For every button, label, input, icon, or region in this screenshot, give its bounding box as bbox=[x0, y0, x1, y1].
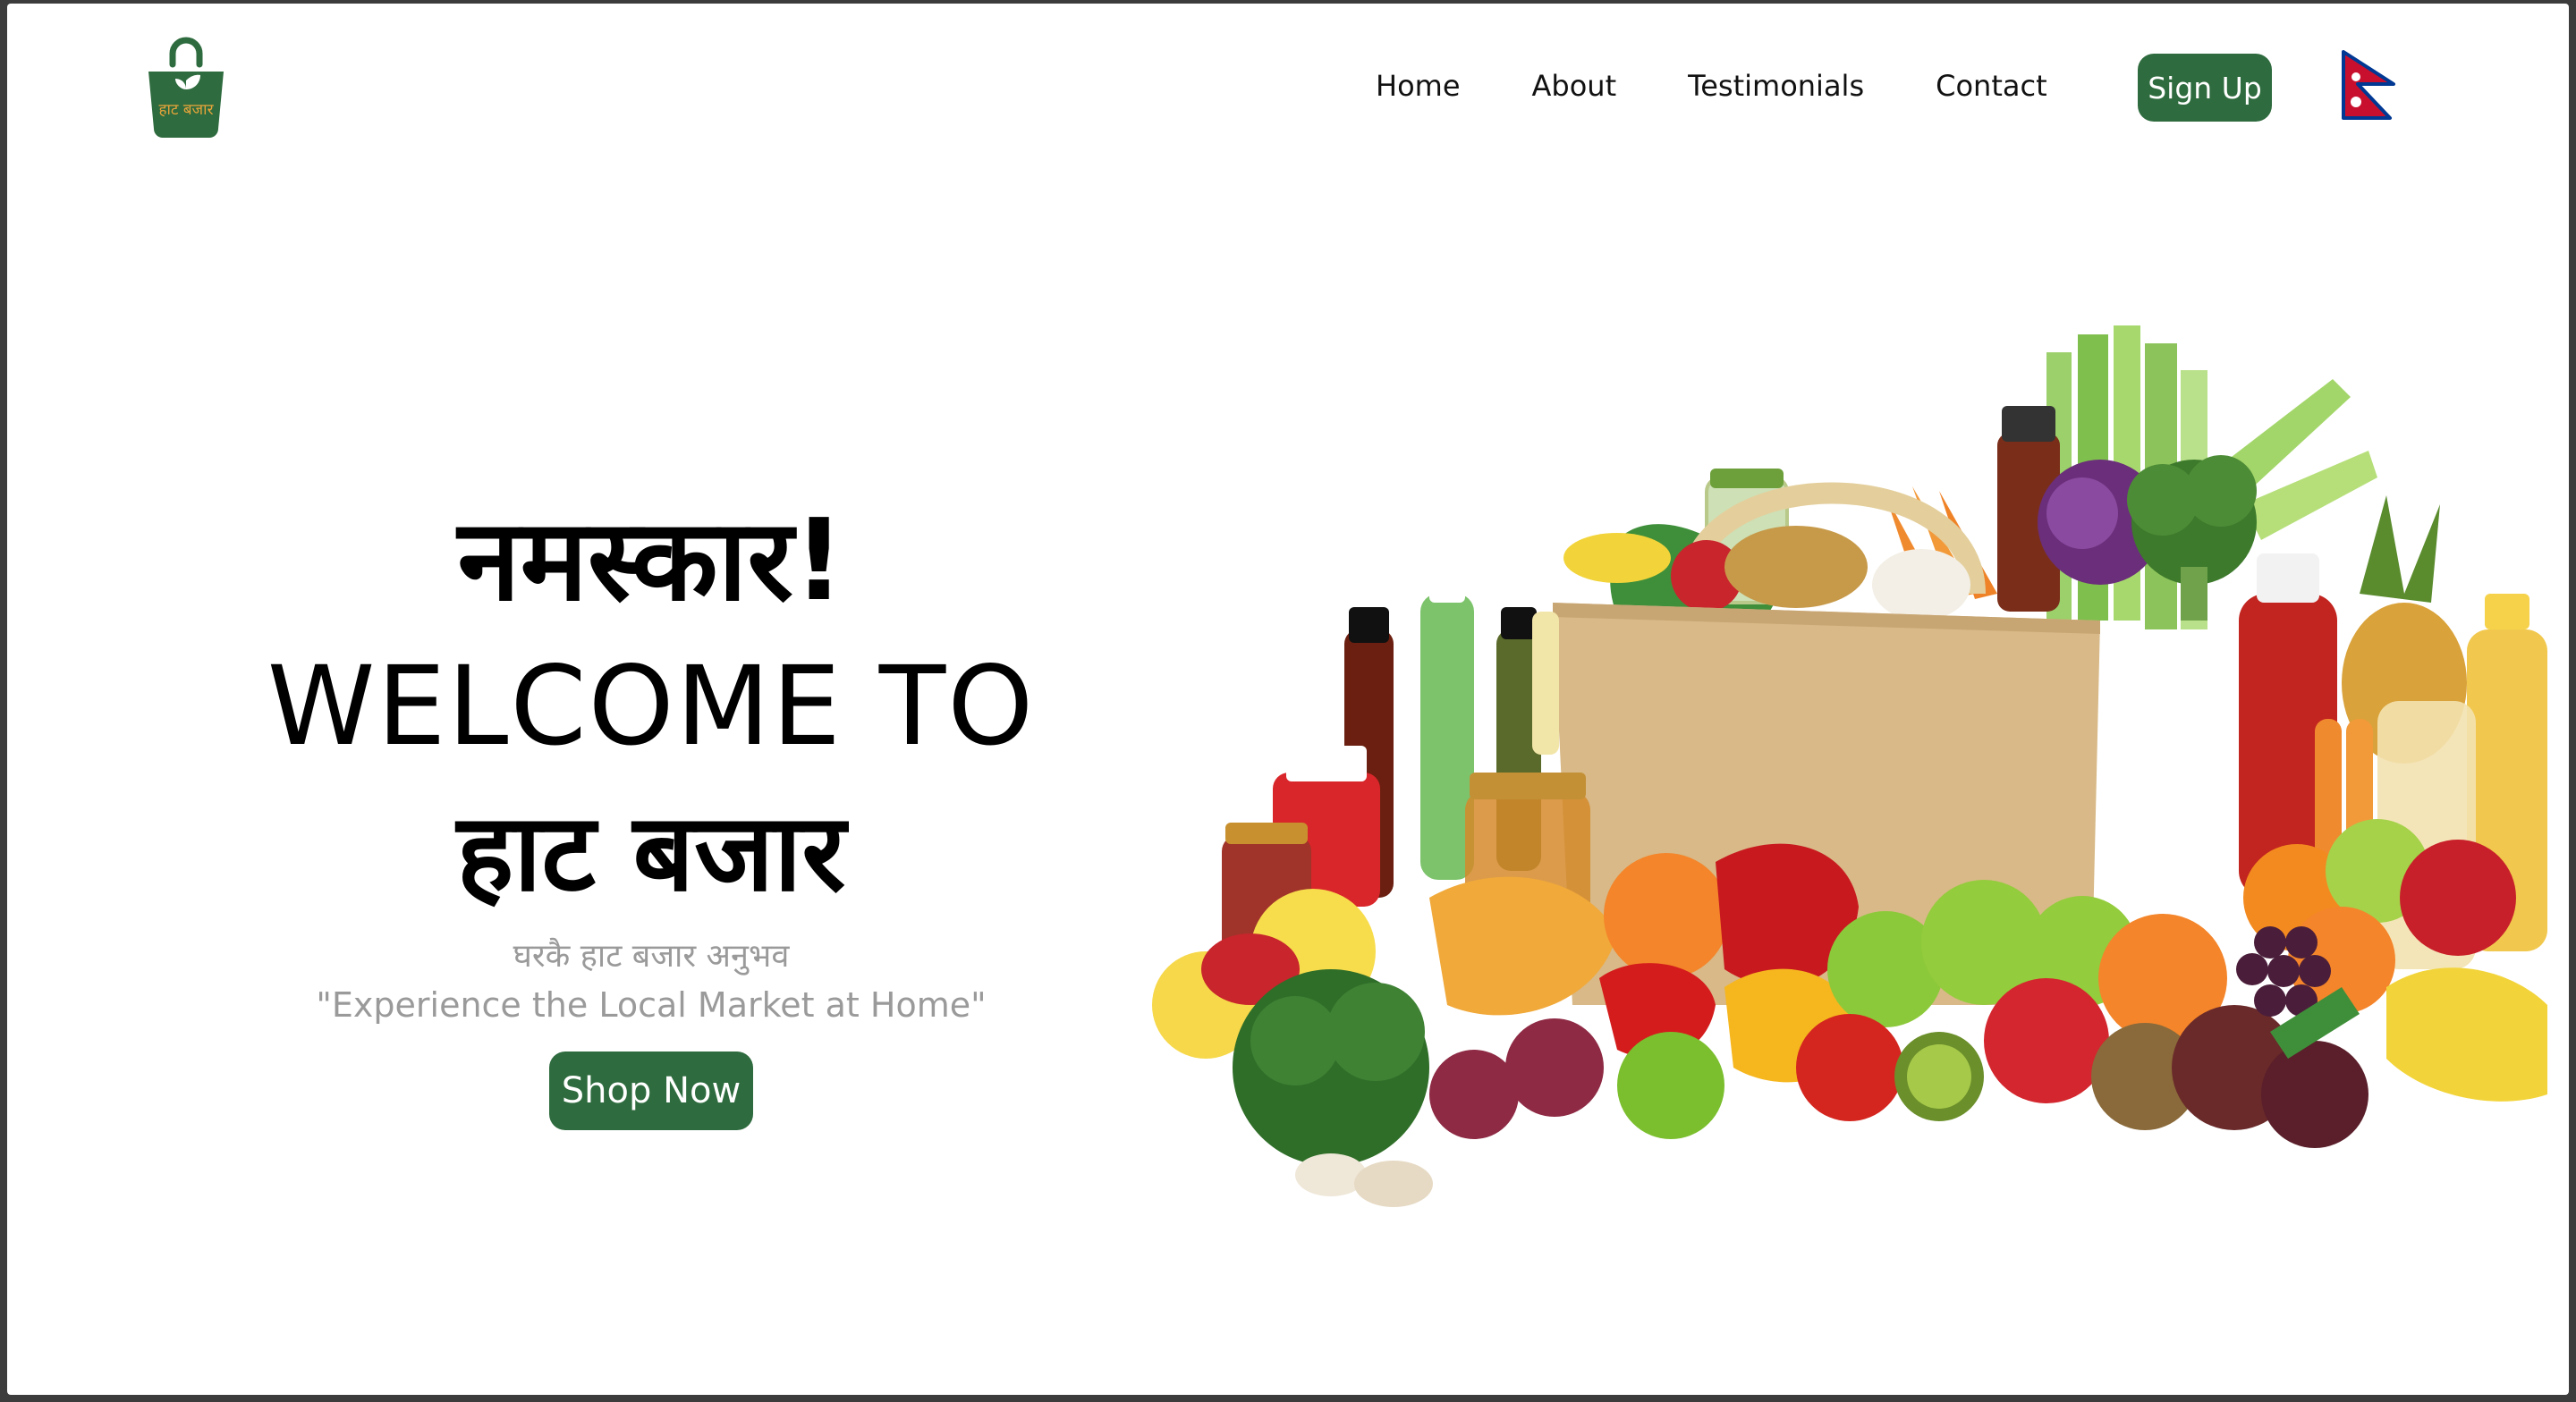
hero-welcome: WELCOME TO bbox=[267, 643, 1036, 770]
hero-brand: हाट बजार bbox=[456, 791, 846, 916]
page: हाट बजार Home About Testimonials Contact… bbox=[7, 4, 2569, 1395]
nav-about[interactable]: About bbox=[1532, 69, 1617, 103]
shop-now-button[interactable]: Shop Now bbox=[548, 1052, 754, 1130]
hat-bazar-logo[interactable]: हाट बजार bbox=[141, 36, 231, 143]
sign-up-button[interactable]: Sign Up bbox=[2138, 54, 2272, 122]
grocery-bag-illustration bbox=[1152, 325, 2547, 1207]
nepal-flag-icon[interactable] bbox=[2340, 50, 2397, 122]
nav-home[interactable]: Home bbox=[1376, 69, 1461, 103]
hero-section: नमस्कार! WELCOME TO हाट बजार घरकै हाट बज… bbox=[168, 486, 1134, 1130]
hero-subtitle-english: "Experience the Local Market at Home" bbox=[316, 985, 987, 1025]
hero-subtitle-nepali: घरकै हाट बजार अनुभव bbox=[513, 938, 790, 975]
main-nav: Home About Testimonials Contact bbox=[1376, 59, 2119, 113]
nav-contact[interactable]: Contact bbox=[1936, 69, 2047, 103]
nav-testimonials[interactable]: Testimonials bbox=[1688, 69, 1864, 103]
logo-text: हाट बजार bbox=[158, 101, 214, 119]
hero-greeting: नमस्कार! bbox=[457, 494, 845, 626]
